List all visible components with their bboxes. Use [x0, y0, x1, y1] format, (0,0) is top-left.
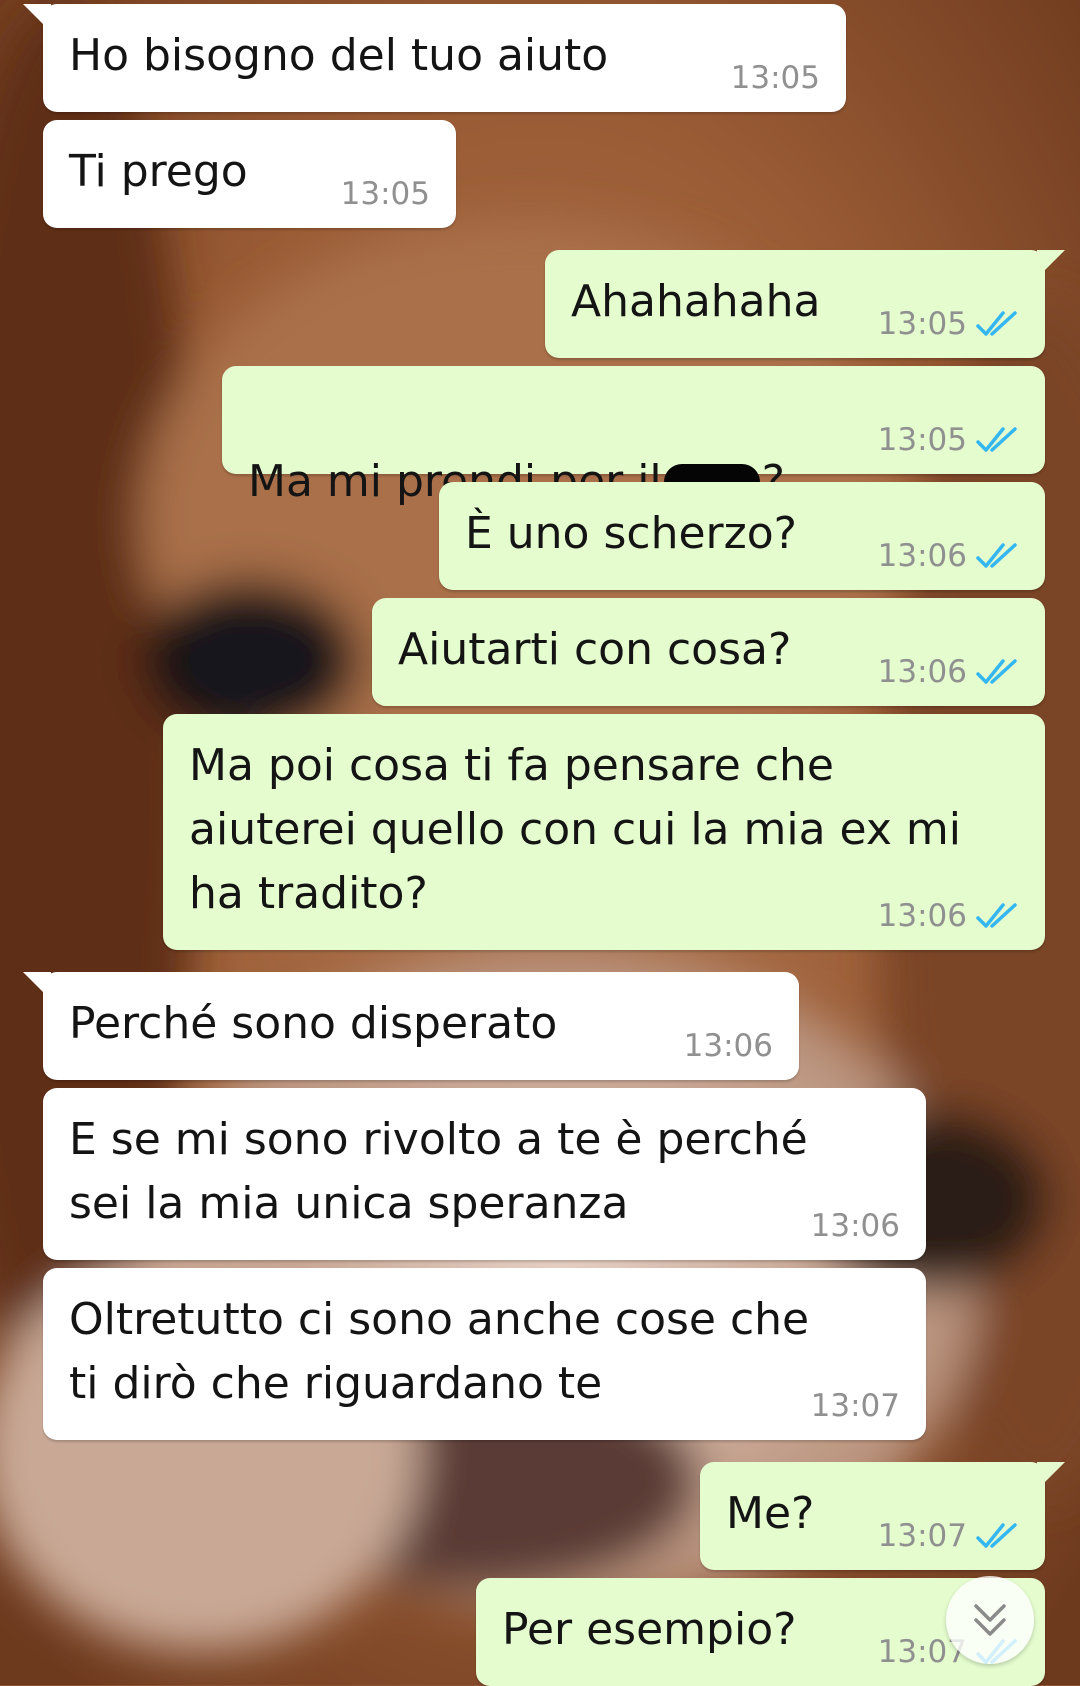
outgoing-message[interactable]: È uno scherzo? 13:06 — [439, 482, 1045, 590]
message-time: 13:05 — [877, 422, 967, 458]
outgoing-message[interactable]: Ma poi cosa ti fa pensare che aiuterei q… — [163, 714, 1045, 950]
message-time: 13:07 — [877, 1518, 967, 1554]
message-time: 13:06 — [810, 1208, 900, 1244]
incoming-message[interactable]: Oltretutto ci sono anche cose che ti dir… — [43, 1268, 926, 1440]
bubble-tail-icon — [23, 4, 51, 32]
message-time: 13:07 — [810, 1388, 900, 1424]
message-time: 13:06 — [877, 898, 967, 934]
message-text: È uno scherzo? — [465, 508, 797, 559]
scroll-to-bottom-button[interactable] — [946, 1576, 1034, 1664]
incoming-message[interactable]: E se mi sono rivolto a te è perché sei l… — [43, 1088, 926, 1260]
outgoing-message[interactable]: Ma mi prendi per il? 13:05 — [222, 366, 1045, 507]
read-double-tick-icon — [976, 1523, 1017, 1548]
message-text: Aiutarti con cosa? — [398, 624, 792, 675]
message-time: 13:05 — [877, 306, 967, 342]
message-time: 13:06 — [877, 538, 967, 574]
read-double-tick-icon — [976, 427, 1017, 452]
message-time: 13:06 — [683, 1028, 773, 1064]
read-double-tick-icon — [976, 311, 1017, 336]
message-text: Ho bisogno del tuo aiuto — [69, 30, 609, 81]
message-text: Ahahahaha — [571, 276, 821, 327]
message-text: Per esempio? — [502, 1604, 797, 1655]
message-time: 13:05 — [730, 60, 820, 96]
message-text: Oltretutto ci sono anche cose che ti dir… — [69, 1294, 810, 1409]
message-text: Ti prego — [69, 146, 248, 197]
incoming-message[interactable]: Ho bisogno del tuo aiuto 13:05 — [23, 4, 846, 112]
message-time: 13:05 — [340, 176, 430, 212]
message-time: 13:06 — [877, 654, 967, 690]
message-text: Me? — [726, 1488, 815, 1539]
message-text: E se mi sono rivolto a te è perché sei l… — [69, 1114, 808, 1229]
bubble-tail-icon — [23, 972, 51, 1000]
bubble-tail-icon — [1037, 1462, 1065, 1490]
incoming-message[interactable]: Perché sono disperato 13:06 — [23, 972, 799, 1080]
outgoing-message[interactable]: Aiutarti con cosa? 13:06 — [372, 598, 1045, 706]
read-double-tick-icon — [976, 903, 1017, 928]
message-text: Ma poi cosa ti fa pensare che aiuterei q… — [189, 740, 961, 919]
outgoing-message[interactable]: Ahahahaha 13:05 — [545, 250, 1065, 358]
double-chevron-down-icon — [974, 1604, 1006, 1636]
outgoing-message[interactable]: Me? 13:07 — [700, 1462, 1065, 1570]
bubble-tail-icon — [1037, 250, 1065, 278]
read-double-tick-icon — [976, 659, 1017, 684]
incoming-message[interactable]: Ti prego 13:05 — [43, 120, 456, 228]
message-text: Perché sono disperato — [69, 998, 558, 1049]
read-double-tick-icon — [976, 543, 1017, 568]
